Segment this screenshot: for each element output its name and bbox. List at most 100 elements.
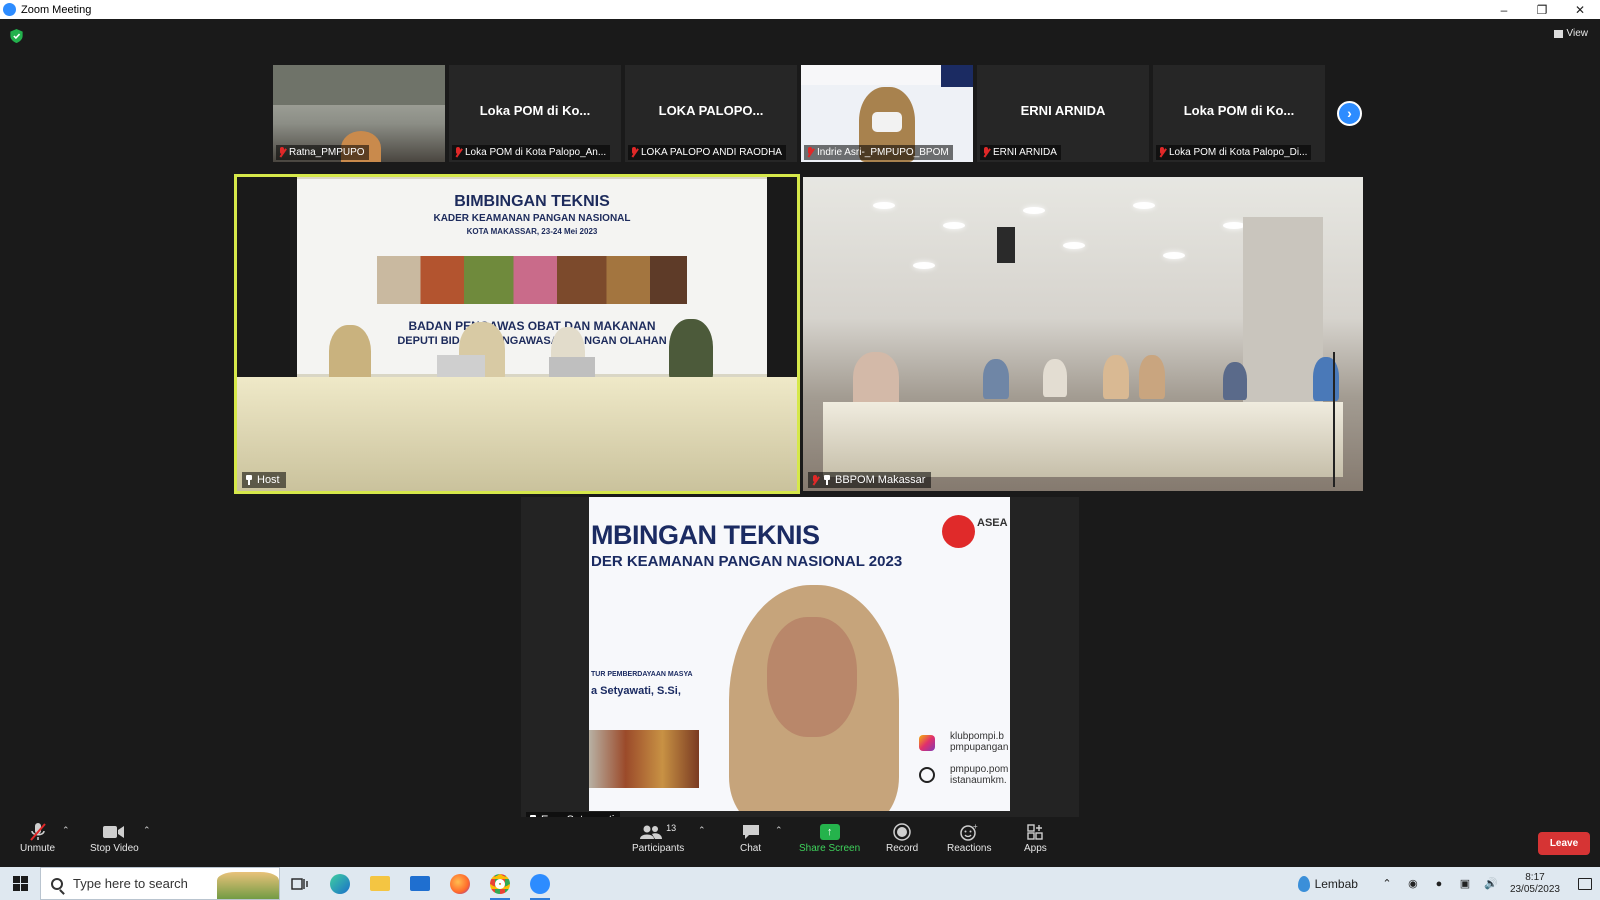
taskbar-chrome[interactable] — [480, 867, 520, 900]
slide-instagram-handle: klubpompi.b pmpupangan — [950, 731, 1009, 753]
close-button[interactable]: ✕ — [1562, 0, 1598, 19]
food-photo-strip — [377, 256, 687, 304]
weather-text: Lembab — [1314, 876, 1358, 891]
slide-asean-text: ASEA — [977, 517, 1008, 529]
thumbnail-video[interactable]: ERNI ARNIDA ERNI ARNIDA — [977, 65, 1149, 162]
thumbnail-video[interactable]: Ratna_PMPUPO — [273, 65, 445, 162]
video-frame — [273, 65, 445, 105]
thumbnail-video[interactable]: Loka POM di Ko... Loka POM di Kota Palop… — [449, 65, 621, 162]
meeting-toolbar: Unmute ⌃ Stop Video ⌃ 13 Participants ⌃ … — [0, 817, 1600, 867]
participants-options-caret-icon[interactable]: ⌃ — [698, 825, 706, 836]
zoom-icon — [530, 873, 550, 894]
participant-name: BBPOM Makassar — [835, 474, 926, 486]
participant-name: Loka POM di Kota Palopo_An... — [465, 147, 607, 158]
stop-video-button[interactable]: Stop Video — [90, 821, 139, 854]
chat-options-caret-icon[interactable]: ⌃ — [775, 825, 783, 836]
speaker-volume-icon[interactable]: 🔊 — [1478, 877, 1504, 890]
view-button[interactable]: View — [1553, 28, 1588, 39]
thumbnail-video[interactable]: Loka POM di Ko... Loka POM di Kota Palop… — [1153, 65, 1325, 162]
room-table — [823, 402, 1343, 477]
firefox-icon — [450, 873, 470, 894]
mic-muted-icon — [806, 147, 814, 158]
participant-figure — [1043, 359, 1067, 397]
mic-muted-icon — [982, 147, 990, 158]
chrome-icon — [490, 873, 510, 894]
slide-small-text: TUR PEMBERDAYAAN MASYA — [591, 671, 693, 678]
participant-figure — [1223, 362, 1247, 400]
webcam-icon[interactable]: ◉ — [1400, 877, 1426, 890]
room-wall — [1243, 217, 1323, 417]
clock-date: 23/05/2023 — [1509, 883, 1560, 895]
participant-face — [767, 617, 857, 737]
taskbar-firefox[interactable] — [440, 867, 480, 900]
task-view-icon — [291, 877, 308, 890]
banner-title: BIMBINGAN TEKNIS — [454, 193, 610, 210]
thumbnail-label: Indrie Asri-_PMPUPO_BPOM — [804, 145, 953, 160]
leave-button[interactable]: Leave — [1538, 832, 1590, 855]
taskbar-zoom[interactable] — [520, 867, 560, 900]
unmute-button[interactable]: Unmute — [20, 821, 55, 854]
next-page-arrow-icon[interactable]: › — [1337, 101, 1362, 126]
mic-muted-icon — [1158, 147, 1166, 158]
task-view-button[interactable] — [280, 867, 320, 900]
participant-figure — [853, 352, 899, 408]
participant-display-name: ERNI ARNIDA — [1020, 103, 1106, 118]
security-shield-icon[interactable] — [10, 29, 23, 43]
unmute-label: Unmute — [20, 843, 56, 854]
reactions-button[interactable]: + Reactions — [947, 821, 991, 854]
taskbar-clock[interactable]: 8:17 23/05/2023 — [1510, 872, 1560, 896]
mic-muted-icon — [454, 147, 462, 158]
notification-center-button[interactable] — [1570, 867, 1600, 900]
ceiling-light — [1023, 207, 1045, 214]
participant-display-name: Loka POM di Ko... — [1183, 103, 1295, 118]
table-cloth — [237, 377, 797, 491]
windows-logo-icon — [12, 876, 28, 891]
mic-muted-icon — [278, 147, 286, 158]
video-options-caret-icon[interactable]: ⌃ — [143, 825, 151, 836]
chat-button[interactable]: Chat — [740, 821, 761, 854]
thumbnail-label: Loka POM di Kota Palopo_Di... — [1156, 145, 1312, 160]
share-screen-button[interactable]: ↑ Share Screen — [799, 821, 860, 854]
tripod — [1333, 352, 1335, 487]
taskbar-search-box[interactable]: Type here to search — [40, 867, 280, 900]
smiley-face-icon: + — [959, 821, 979, 843]
start-button[interactable] — [0, 867, 40, 900]
edge-browser-icon — [330, 873, 350, 894]
participant-figure — [1103, 355, 1129, 399]
banner-city: KOTA MAKASSAR, 23-24 Mei 2023 — [466, 227, 598, 236]
restore-button[interactable]: ❐ — [1524, 0, 1560, 19]
participants-button[interactable]: 13 Participants — [632, 821, 684, 854]
thumbnail-label: ERNI ARNIDA — [980, 145, 1061, 160]
record-button[interactable]: Record — [886, 821, 918, 854]
title-bar: Zoom Meeting – ❐ ✕ — [0, 0, 1600, 19]
minimize-button[interactable]: – — [1486, 0, 1522, 19]
bbpom-video-tile[interactable]: BBPOM Makassar — [803, 177, 1363, 491]
windows-taskbar: Type here to search Lembab ⌃ ◉ ● ▣ 🔊 8:1… — [0, 867, 1600, 900]
apps-label: Apps — [1024, 843, 1047, 854]
tile-label: BBPOM Makassar — [808, 472, 932, 488]
mic-muted-icon — [29, 821, 47, 843]
speaker-box — [997, 227, 1015, 263]
thumbnail-video[interactable]: LOKA PALOPO... LOKA PALOPO ANDI RAODHA — [625, 65, 797, 162]
network-icon[interactable]: ▣ — [1452, 877, 1478, 890]
host-video-tile[interactable]: BIMBINGAN TEKNIS KADER KEAMANAN PANGAN N… — [234, 174, 800, 494]
chevron-up-icon[interactable]: ⌃ — [1374, 877, 1400, 890]
taskbar-file-explorer[interactable] — [360, 867, 400, 900]
system-tray: Lembab ⌃ ◉ ● ▣ 🔊 8:17 23/05/2023 — [1297, 867, 1600, 900]
thumbnail-video[interactable]: Indrie Asri-_PMPUPO_BPOM — [801, 65, 973, 162]
apps-button[interactable]: Apps — [1024, 821, 1047, 854]
taskbar-edge[interactable] — [320, 867, 360, 900]
window-title: Zoom Meeting — [21, 3, 92, 16]
chat-label: Chat — [740, 843, 762, 854]
ceiling-light — [913, 262, 935, 269]
slide-speaker-name: a Setyawati, S.Si, — [591, 685, 681, 697]
microphone-icon[interactable]: ● — [1426, 878, 1452, 890]
mic-muted-icon — [811, 474, 819, 486]
video-frame — [237, 177, 297, 377]
speaker-video-tile[interactable]: MBINGAN TEKNIS DER KEAMANAN PANGAN NASIO… — [521, 497, 1079, 831]
apps-icon — [1027, 821, 1044, 843]
audio-options-caret-icon[interactable]: ⌃ — [62, 825, 70, 836]
weather-widget[interactable]: Lembab — [1297, 875, 1358, 892]
taskbar-mail[interactable] — [400, 867, 440, 900]
ceiling-light — [1063, 242, 1085, 249]
